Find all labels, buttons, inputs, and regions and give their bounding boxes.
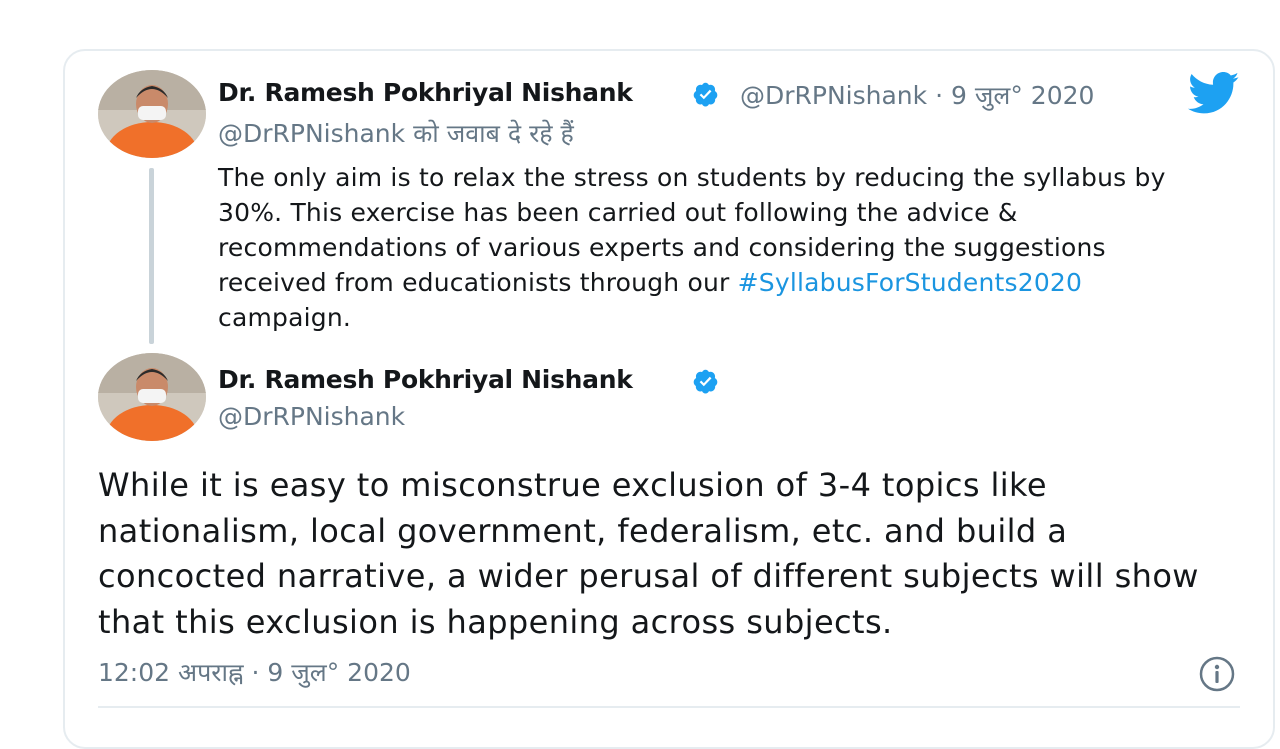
reply-text-tail: campaign.: [218, 303, 352, 332]
verified-badge-icon: [693, 369, 718, 394]
verified-badge-icon: [693, 82, 718, 107]
thread-connector-line: [149, 168, 154, 344]
author-handle[interactable]: @DrRPNishank: [218, 402, 405, 431]
divider: [98, 706, 1240, 708]
author-handle-and-date[interactable]: @DrRPNishank · 9 जुल° 2020: [740, 78, 1094, 112]
separator-dot: ·: [935, 81, 944, 110]
author-name[interactable]: Dr. Ramesh Pokhriyal Nishank: [218, 365, 633, 394]
author-name[interactable]: Dr. Ramesh Pokhriyal Nishank: [218, 78, 633, 107]
reply-tweet-text: The only aim is to relax the stress on s…: [218, 160, 1208, 335]
twitter-bird-icon[interactable]: [1187, 72, 1241, 114]
main-tweet-text: While it is easy to misconstrue exclusio…: [98, 466, 1199, 641]
hashtag-link[interactable]: #SyllabusForStudents2020: [738, 268, 1083, 297]
info-icon[interactable]: [1198, 655, 1236, 693]
tweet-timestamp[interactable]: 12:02 अपराह्न · 9 जुल° 2020: [98, 655, 411, 689]
tweet-date[interactable]: 9 जुल° 2020: [951, 81, 1094, 110]
avatar[interactable]: [98, 70, 206, 158]
author-handle[interactable]: @DrRPNishank: [740, 81, 927, 110]
avatar[interactable]: [98, 353, 206, 441]
replying-to-label[interactable]: @DrRPNishank को जवाब दे रहे हैं: [218, 116, 574, 150]
